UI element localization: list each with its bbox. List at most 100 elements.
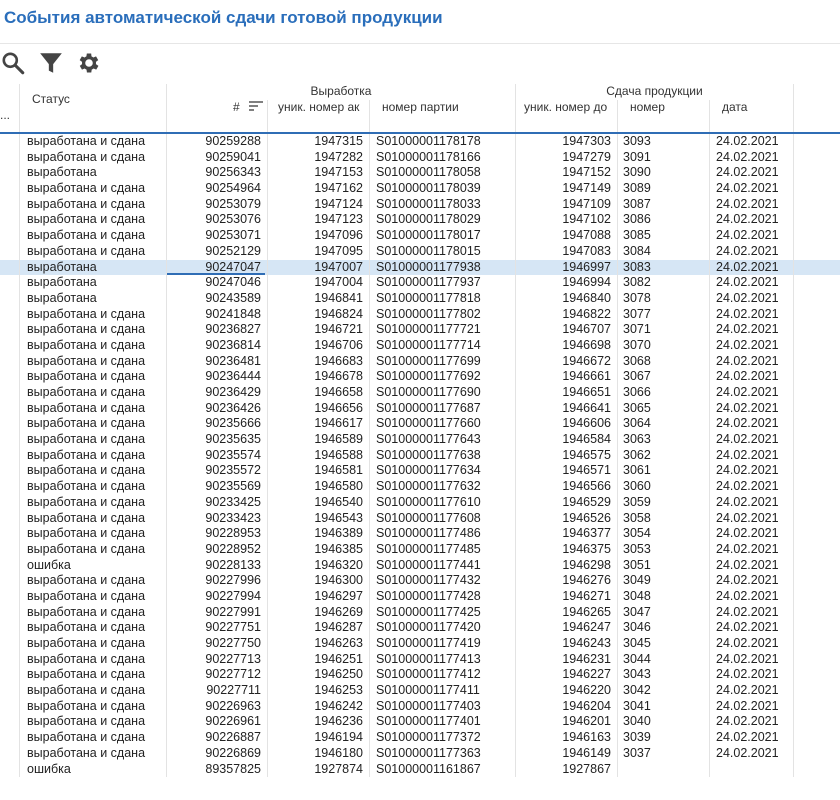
table-row[interactable]: выработана 90247047 1947007 S01000001177938… [0,259,840,276]
search-icon[interactable] [0,50,26,76]
cell-number: 3064 [618,416,710,433]
table-row[interactable]: выработана 90256343 1947153 S01000001178058… [0,165,840,182]
table-row[interactable]: выработана и сдана 90259041 1947282 S010000… [0,149,840,166]
table-row[interactable]: выработана и сдана 90235572 1946581 S010000… [0,463,840,480]
row-gutter [0,432,20,448]
cell-status: выработана и сдана [20,447,167,464]
table-row[interactable]: выработана и сдана 90233423 1946543 S010000… [0,510,840,527]
settings-icon[interactable] [76,50,102,76]
table-row[interactable]: выработана и сдана 90227994 1946297 S010000… [0,588,840,605]
filter-batch[interactable] [370,117,516,132]
table-row[interactable]: выработана и сдана 90259288 1947315 S010000… [0,134,840,150]
filter-icon[interactable] [38,50,64,76]
filter-number[interactable] [618,117,710,132]
table-row[interactable]: выработана и сдана 90241848 1946824 S010000… [0,306,840,323]
cell-number: 3058 [618,510,710,527]
cell-uniq-doc: 1946377 [516,526,618,542]
table-row[interactable]: выработана и сдана 90226961 1946236 S010000… [0,714,840,731]
table-row[interactable]: выработана и сдана 90227996 1946300 S010000… [0,573,840,589]
table-row[interactable]: выработана и сдана 90253076 1947123 S010000… [0,212,840,229]
header-date[interactable]: дата [710,100,794,117]
cell-number: 3077 [618,306,710,323]
filter-status[interactable] [20,117,167,132]
cell-uniq-doc: 1946231 [516,651,618,668]
header-uniq-doc[interactable]: уник. номер до [516,100,618,117]
cell-uniq-act: 1947095 [268,243,370,260]
header-spacer [0,84,20,100]
cell-date: 24.02.2021 [710,416,794,433]
table-row[interactable]: выработана и сдана 90236481 1946683 S010000… [0,353,840,370]
row-gutter [0,196,20,213]
filter-date[interactable] [710,117,794,132]
table-row[interactable]: выработана и сдана 90227991 1946269 S010000… [0,604,840,621]
table-row[interactable]: выработана и сдана 90236444 1946678 S010000… [0,369,840,385]
table-row[interactable]: выработана и сдана 90227751 1946287 S010000… [0,620,840,636]
table-row[interactable]: ошибка 89357825 1927874 S01000001161867 1927… [0,761,840,778]
table-row[interactable]: выработана и сдана 90226963 1946242 S010000… [0,698,840,715]
table-row[interactable]: выработана 90247046 1947004 S01000001177937… [0,275,840,291]
header-batch[interactable]: номер партии [370,100,516,117]
filter-uniq-doc[interactable] [516,117,618,132]
cell-status: выработана и сдана [20,432,167,448]
table-row[interactable]: выработана и сдана 90227713 1946251 S010000… [0,651,840,668]
sort-icon[interactable] [249,100,263,115]
table-row[interactable]: выработана и сдана 90227712 1946250 S010000… [0,667,840,684]
table-row[interactable]: выработана и сдана 90254964 1947162 S010000… [0,181,840,197]
row-gutter [0,306,20,323]
header-group-output: Выработка [167,84,516,100]
table-row[interactable]: выработана и сдана 90228953 1946389 S010000… [0,526,840,542]
row-gutter [0,636,20,652]
cell-status: ошибка [20,761,167,778]
table-row[interactable]: выработана и сдана 90236827 1946721 S010000… [0,322,840,338]
cell-batch: S01000001177608 [370,510,516,527]
cell-uniq-act: 1946824 [268,306,370,323]
cell-date: 24.02.2021 [710,165,794,182]
table-row[interactable]: выработана и сдана 90236814 1946706 S010000… [0,337,840,354]
table-row[interactable]: выработана и сдана 90235666 1946617 S010000… [0,416,840,433]
table-row[interactable]: выработана и сдана 90226869 1946180 S010000… [0,745,840,762]
table-row[interactable]: выработана и сдана 90252129 1947095 S010000… [0,243,840,260]
table-row[interactable]: выработана и сдана 90227750 1946263 S010000… [0,636,840,652]
table-row[interactable]: ошибка 90228133 1946320 S01000001177441 1946… [0,557,840,574]
cell-batch: S01000001177401 [370,714,516,731]
table-row[interactable]: выработана и сдана 90253079 1947124 S010000… [0,196,840,213]
table-row[interactable]: выработана и сдана 90226887 1946194 S010000… [0,730,840,746]
table-row[interactable]: выработана и сдана 90235569 1946580 S010000… [0,479,840,495]
cell-num: 90227712 [167,667,268,684]
cell-date: 24.02.2021 [710,541,794,558]
table-row[interactable]: выработана и сдана 90235574 1946588 S010000… [0,447,840,464]
cell-num: 90241848 [167,306,268,323]
row-gutter [0,369,20,385]
row-gutter [0,243,20,260]
header-uniq-act[interactable]: уник. номер ак [268,100,370,117]
cell-uniq-doc: 1946584 [516,432,618,448]
table-row[interactable]: выработана и сдана 90227711 1946253 S010000… [0,683,840,699]
cell-num: 90253076 [167,212,268,229]
header-status[interactable]: Статус [32,92,70,106]
header-num[interactable]: # [167,100,268,117]
table-row[interactable]: выработана и сдана 90236429 1946658 S010000… [0,385,840,401]
cell-status: выработана и сдана [20,306,167,323]
cell-uniq-doc: 1946526 [516,510,618,527]
table-row[interactable]: выработана и сдана 90235635 1946589 S010000… [0,432,840,448]
header-num-label: # [232,100,240,114]
more-columns-icon[interactable]: ... [0,108,14,122]
cell-status: выработана и сдана [20,510,167,527]
cell-date: 24.02.2021 [710,745,794,762]
table-row[interactable]: выработана и сдана 90236426 1946656 S010000… [0,400,840,417]
table-row[interactable]: выработана и сдана 90233425 1946540 S010000… [0,494,840,511]
header-group-row: Выработка Сдача продукции [0,84,840,100]
row-gutter [0,353,20,370]
table-row[interactable]: выработана и сдана 90253071 1947096 S010000… [0,228,840,244]
filter-num[interactable] [167,117,268,132]
filter-uniq-act[interactable] [268,117,370,132]
cell-batch: S01000001178039 [370,181,516,197]
table-row[interactable]: выработана 90243589 1946841 S01000001177818… [0,290,840,307]
cell-uniq-act: 1946678 [268,369,370,385]
cell-uniq-doc: 1946227 [516,667,618,684]
table-row[interactable]: выработана и сдана 90228952 1946385 S010000… [0,541,840,558]
cell-uniq-act: 1947123 [268,212,370,229]
cell-uniq-doc: 1947152 [516,165,618,182]
cell-number: 3044 [618,651,710,668]
header-number[interactable]: номер [618,100,710,117]
